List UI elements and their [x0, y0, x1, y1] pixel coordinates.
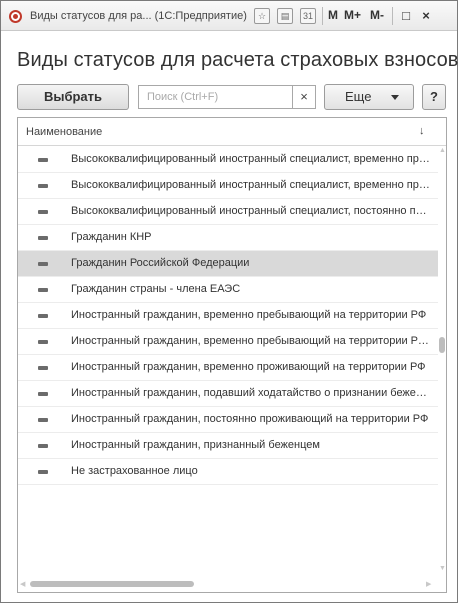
calendar-icon[interactable]: 31 [300, 8, 316, 24]
maximize-icon[interactable]: □ [398, 8, 414, 24]
horizontal-scrollbar[interactable]: ◀ ▶ [18, 576, 438, 592]
catalog-item-icon [38, 418, 48, 422]
vertical-scrollbar[interactable]: ▲ ▼ [438, 147, 446, 577]
search-input[interactable] [138, 85, 293, 109]
catalog-item-icon [38, 314, 48, 318]
select-button[interactable]: Выбрать [17, 84, 129, 110]
table-row[interactable]: Иностранный гражданин, подавший ходатайс… [18, 381, 438, 407]
table-row[interactable]: Иностранный гражданин, временно пребываю… [18, 303, 438, 329]
row-label: Гражданин страны - члена ЕАЭС [71, 283, 241, 295]
page-title: Виды статусов для расчета страховых взно… [17, 49, 458, 71]
vertical-scroll-thumb[interactable] [439, 337, 445, 353]
catalog-item-icon [38, 158, 48, 162]
table-row[interactable]: Гражданин страны - члена ЕАЭС [18, 277, 438, 303]
memory-minus-button[interactable]: M- [370, 8, 384, 22]
table-row[interactable]: Высококвалифицированный иностранный спец… [18, 173, 438, 199]
row-label: Иностранный гражданин, временно пребываю… [71, 335, 431, 347]
catalog-item-icon [38, 184, 48, 188]
catalog-item-icon [38, 288, 48, 292]
chevron-down-icon [391, 95, 399, 100]
memory-m-button[interactable]: M [328, 8, 338, 22]
row-label: Высококвалифицированный иностранный спец… [71, 205, 431, 217]
row-label: Иностранный гражданин, признанный беженц… [71, 439, 320, 451]
divider [392, 7, 393, 25]
row-label: Не застрахованное лицо [71, 465, 198, 477]
row-label: Гражданин КНР [71, 231, 152, 243]
row-label: Гражданин Российской Федерации [71, 257, 250, 269]
table-row[interactable]: Гражданин КНР [18, 225, 438, 251]
clear-search-button[interactable]: × [292, 85, 316, 109]
table-row[interactable]: Гражданин Российской Федерации [18, 251, 438, 277]
help-button[interactable]: ? [422, 84, 446, 110]
memory-plus-button[interactable]: M+ [344, 8, 361, 22]
column-header-name[interactable]: Наименование [26, 126, 102, 138]
row-label: Высококвалифицированный иностранный спец… [71, 179, 431, 191]
more-button-label: Еще [345, 89, 372, 104]
calculator-icon[interactable]: ▤ [277, 8, 293, 24]
scroll-up-arrow-icon[interactable]: ▲ [439, 147, 446, 154]
catalog-item-icon [38, 340, 48, 344]
table-row[interactable]: Не застрахованное лицо [18, 459, 438, 485]
favorite-icon[interactable]: ☆ [254, 8, 270, 24]
scroll-right-arrow-icon[interactable]: ▶ [426, 580, 431, 588]
table-header[interactable]: Наименование ↓ [18, 118, 446, 146]
close-icon[interactable]: × [418, 8, 434, 24]
table-body: Высококвалифицированный иностранный спец… [18, 147, 438, 485]
sort-descending-icon[interactable]: ↓ [419, 125, 425, 137]
table-row[interactable]: Высококвалифицированный иностранный спец… [18, 147, 438, 173]
app-window: Виды статусов для ра... (1С:Предприятие)… [0, 0, 458, 603]
row-label: Высококвалифицированный иностранный спец… [71, 153, 431, 165]
catalog-item-icon [38, 392, 48, 396]
row-label: Иностранный гражданин, временно проживаю… [71, 361, 426, 373]
row-label: Иностранный гражданин, подавший ходатайс… [71, 387, 431, 399]
more-button[interactable]: Еще [324, 84, 414, 110]
table-row[interactable]: Иностранный гражданин, временно пребываю… [18, 329, 438, 355]
table-row[interactable]: Иностранный гражданин, признанный беженц… [18, 433, 438, 459]
catalog-item-icon [38, 210, 48, 214]
catalog-item-icon [38, 262, 48, 266]
table-row[interactable]: Иностранный гражданин, временно проживаю… [18, 355, 438, 381]
app-logo-icon[interactable] [9, 10, 22, 23]
title-bar: Виды статусов для ра... (1С:Предприятие)… [1, 1, 457, 31]
catalog-item-icon [38, 366, 48, 370]
scroll-left-arrow-icon[interactable]: ◀ [20, 580, 25, 588]
table-row[interactable]: Иностранный гражданин, постоянно прожива… [18, 407, 438, 433]
catalog-item-icon [38, 470, 48, 474]
window-title: Виды статусов для ра... (1С:Предприятие) [30, 10, 247, 22]
row-label: Иностранный гражданин, временно пребываю… [71, 309, 427, 321]
catalog-item-icon [38, 236, 48, 240]
table-row[interactable]: Высококвалифицированный иностранный спец… [18, 199, 438, 225]
row-label: Иностранный гражданин, постоянно прожива… [71, 413, 429, 425]
scroll-down-arrow-icon[interactable]: ▼ [439, 565, 446, 572]
horizontal-scroll-thumb[interactable] [30, 581, 194, 587]
statuses-table: Наименование ↓ Высококвалифицированный и… [17, 117, 447, 593]
divider [322, 7, 323, 25]
catalog-item-icon [38, 444, 48, 448]
